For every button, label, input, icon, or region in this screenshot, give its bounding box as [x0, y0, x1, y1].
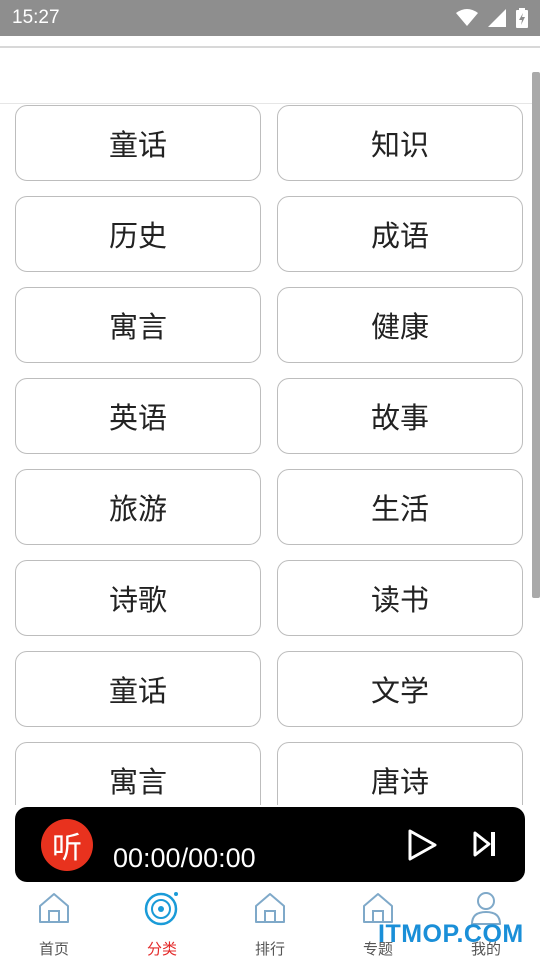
play-icon[interactable]	[407, 829, 437, 861]
header-area	[0, 48, 540, 104]
home-icon	[39, 893, 69, 923]
nav-label: 首页	[38, 940, 69, 958]
category-button[interactable]: 英语	[15, 378, 261, 454]
category-button[interactable]: 诗歌	[15, 560, 261, 636]
scrollbar[interactable]	[532, 72, 540, 598]
app-logo-icon: 听	[41, 819, 93, 871]
category-button[interactable]: 健康	[277, 287, 523, 363]
nav-label: 分类	[146, 940, 177, 958]
nav-item-category[interactable]: 分类	[108, 882, 216, 960]
category-button[interactable]: 文学	[277, 651, 523, 727]
category-button[interactable]: 生活	[277, 469, 523, 545]
wifi-icon	[456, 9, 478, 26]
disc-icon	[144, 892, 178, 926]
category-button[interactable]: 童话	[15, 105, 261, 181]
battery-icon	[516, 8, 528, 28]
watermark: ITMOP.COM	[378, 920, 524, 948]
nav-label: 排行	[254, 940, 285, 958]
category-button[interactable]: 唐诗	[277, 742, 523, 805]
category-button[interactable]: 知识	[277, 105, 523, 181]
category-button[interactable]: 成语	[277, 196, 523, 272]
skip-next-icon[interactable]	[473, 831, 497, 857]
status-bar: 15:27	[0, 0, 540, 36]
category-button[interactable]: 历史	[15, 196, 261, 272]
status-time: 15:27	[12, 7, 60, 28]
nav-item-home[interactable]: 首页	[0, 882, 108, 960]
category-button[interactable]: 故事	[277, 378, 523, 454]
category-grid: 童话 知识 历史 成语 寓言 健康 英语 故事 旅游 生活 诗歌 读书 童话 文…	[15, 105, 525, 805]
playback-time: 00:00/00:00	[113, 843, 256, 873]
category-button[interactable]: 寓言	[15, 287, 261, 363]
home-icon	[255, 893, 285, 923]
audio-player-bar: 听 00:00/00:00	[15, 807, 525, 882]
category-button[interactable]: 童话	[15, 651, 261, 727]
category-button[interactable]: 读书	[277, 560, 523, 636]
status-icons	[456, 8, 528, 28]
category-button[interactable]: 旅游	[15, 469, 261, 545]
nav-item-ranking[interactable]: 排行	[216, 882, 324, 960]
signal-icon	[488, 9, 506, 27]
category-button[interactable]: 寓言	[15, 742, 261, 805]
